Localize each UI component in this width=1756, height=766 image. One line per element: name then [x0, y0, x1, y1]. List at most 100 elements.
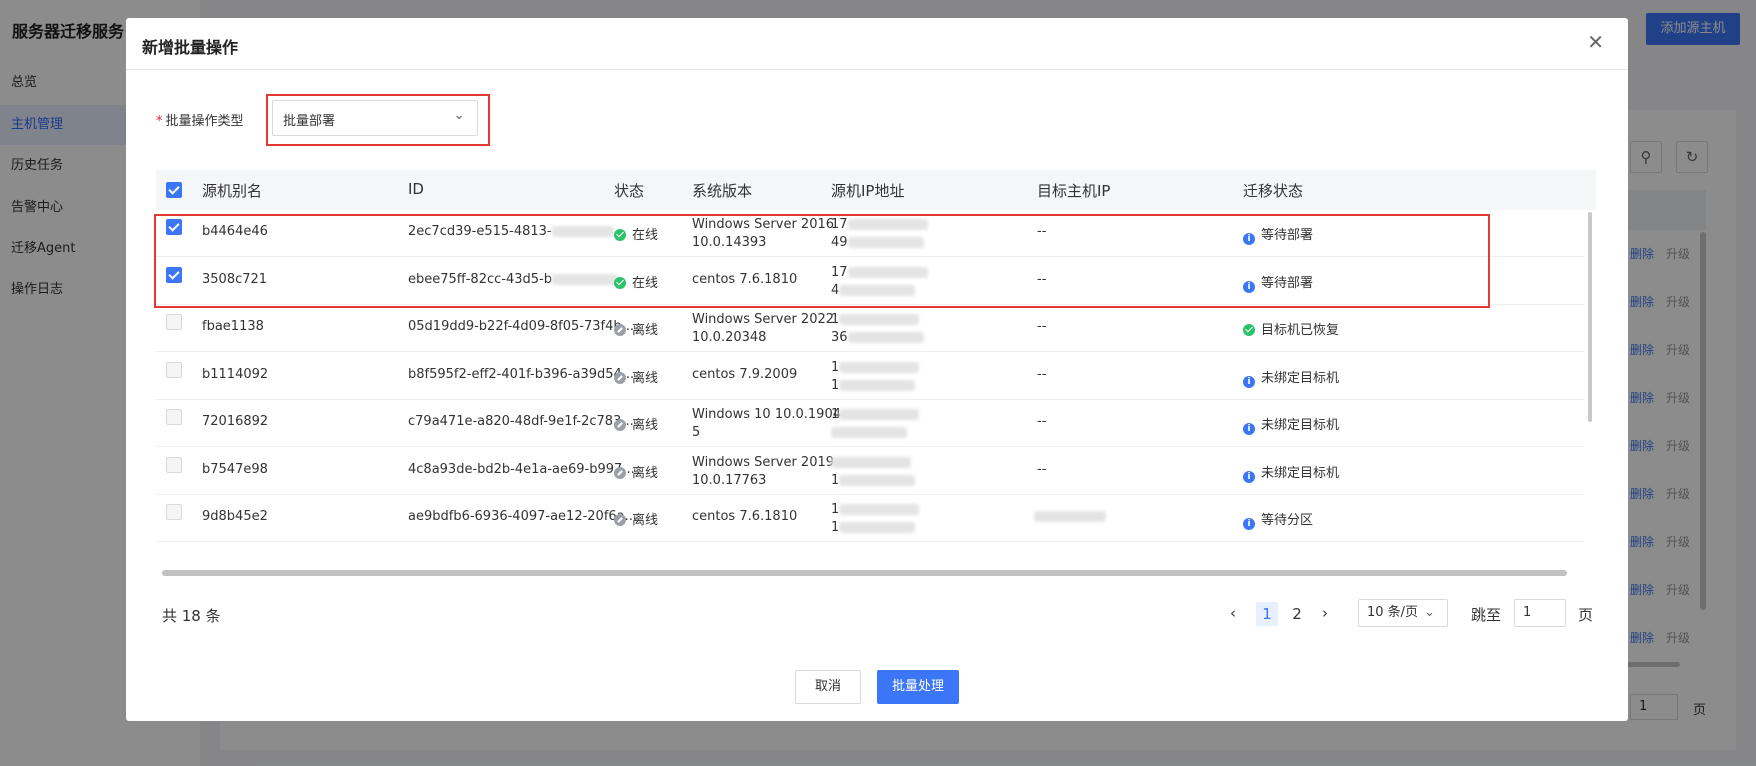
operation-type-label: * 批量操作类型 — [156, 110, 244, 129]
page-1[interactable]: 1 — [1256, 602, 1278, 626]
operation-type-select[interactable]: 批量部署 ⌄ — [272, 100, 478, 136]
ip-prefix: 1 — [831, 407, 840, 422]
status-text: 离线 — [632, 418, 659, 433]
close-icon[interactable]: ✕ — [1587, 32, 1604, 52]
table-vscrollbar[interactable] — [1588, 212, 1592, 422]
ip-line — [831, 454, 915, 472]
host-alias: b7547e98 — [202, 461, 268, 477]
ip-prefix: 36 — [831, 330, 848, 345]
next-page-icon[interactable]: › — [1322, 604, 1328, 622]
ip-line — [831, 424, 919, 442]
table-row[interactable]: fbae1138 05d19dd9-b22f-4d09-8f05-73f4b...… — [156, 305, 1584, 352]
os-line: Windows 10 10.0.1904 — [692, 407, 841, 422]
target-ip: -- — [1037, 461, 1047, 477]
offline-icon — [614, 466, 626, 479]
os-line: centos 7.9.2009 — [692, 366, 798, 382]
info-icon: i — [1243, 423, 1255, 435]
status-text: 离线 — [632, 465, 659, 481]
table-row[interactable]: 9d8b45e2 ae9bdfb6-6936-4097-ae12-20f6a...… — [156, 495, 1584, 542]
redacted-ip — [839, 522, 916, 533]
ip-line: 1 — [831, 501, 920, 519]
os-line: Windows Server 2019 — [692, 454, 835, 470]
row-checkbox[interactable] — [166, 361, 182, 378]
host-status: 离线 — [614, 414, 658, 433]
ip-prefix: 1 — [831, 377, 840, 393]
redacted-ip — [839, 409, 920, 420]
target-ip: -- — [1037, 414, 1047, 429]
host-id: ae9bdfb6-6936-4097-ae12-20f6a... — [408, 509, 637, 524]
os-version: Windows 10 10.0.1904 5 — [692, 406, 841, 442]
batch-operation-dialog: 新增批量操作 ✕ * 批量操作类型 批量部署 ⌄ 源机别名 ID 状态 系统版本 … — [126, 18, 1628, 721]
col-source-ip: 源机IP地址 — [831, 182, 905, 200]
redacted-ip — [831, 427, 907, 438]
host-alias: fbae1138 — [202, 319, 264, 334]
col-target-ip: 目标主机IP — [1037, 182, 1111, 200]
row-checkbox[interactable] — [166, 504, 182, 520]
col-migration-status: 迁移状态 — [1243, 182, 1304, 200]
ip-prefix: 1 — [831, 472, 840, 488]
table-row[interactable]: b7547e98 4c8a93de-bd2b-4e1a-ae69-b997... 离… — [156, 448, 1584, 495]
ip-line: 36 — [831, 329, 924, 347]
source-ip: 1 — [831, 406, 920, 442]
total-count: 共 18 条 — [162, 607, 221, 625]
host-id-text: 4c8a93de-bd2b-4e1a-ae69-b997... — [408, 461, 635, 477]
host-status: 离线 — [614, 462, 658, 481]
chevron-down-icon: ⌄ — [453, 107, 465, 123]
target-ip: -- — [1037, 319, 1047, 334]
host-id-text: ae9bdfb6-6936-4097-ae12-20f6a... — [408, 509, 638, 524]
redacted-ip — [839, 379, 916, 391]
rows-highlight-box — [154, 214, 1490, 308]
redacted-ip — [839, 474, 916, 486]
operation-type-value: 批量部署 — [283, 114, 336, 129]
host-id-text: 05d19dd9-b22f-4d09-8f05-73f4b... — [408, 319, 635, 334]
host-id-text: b8f595f2-eff2-401f-b396-a39d54... — [408, 366, 635, 382]
page-size-select[interactable]: 10 条/页 ⌄ — [1358, 599, 1448, 627]
select-all-checkbox[interactable] — [166, 182, 182, 198]
target-ip: -- — [1037, 366, 1047, 382]
table-hscrollbar[interactable] — [162, 570, 1567, 576]
ip-prefix: 1 — [831, 520, 840, 535]
migration-status: i 未绑定目标机 — [1243, 414, 1339, 435]
col-status: 状态 — [614, 182, 645, 200]
host-id: 05d19dd9-b22f-4d09-8f05-73f4b... — [408, 319, 634, 334]
source-ip: 1 — [831, 454, 916, 490]
migration-status: i 未绑定目标机 — [1243, 367, 1339, 388]
table-header: 源机别名 ID 状态 系统版本 源机IP地址 目标主机IP 迁移状态 — [156, 170, 1596, 210]
source-ip: 11 — [831, 501, 920, 537]
status-text: 离线 — [632, 513, 659, 528]
os-line: 5 — [692, 425, 701, 440]
batch-submit-button[interactable]: 批量处理 — [877, 670, 959, 704]
offline-icon — [614, 419, 626, 431]
info-icon: i — [1243, 470, 1255, 483]
os-version: centos 7.9.2009 — [692, 367, 797, 382]
table-row[interactable]: b1114092 b8f595f2-eff2-401f-b396-a39d54..… — [156, 353, 1584, 400]
jump-page-input[interactable]: 1 — [1514, 599, 1566, 627]
dialog-title: 新增批量操作 — [142, 38, 239, 57]
row-checkbox[interactable] — [166, 409, 182, 425]
redacted-ip — [831, 456, 911, 468]
redacted-ip — [1034, 511, 1106, 522]
table-row[interactable]: 72016892 c79a471e-a820-48df-9e1f-2c783...… — [156, 400, 1584, 447]
os-line: centos 7.6.1810 — [692, 509, 798, 524]
host-status: 离线 — [614, 319, 658, 338]
offline-icon — [614, 371, 626, 384]
host-id-text: c79a471e-a820-48df-9e1f-2c783... — [408, 414, 634, 429]
operation-type-label-text: 批量操作类型 — [165, 114, 244, 129]
prev-page-icon[interactable]: ‹ — [1230, 604, 1236, 622]
os-version: Windows Server 2022 10.0.20348 — [692, 311, 834, 347]
offline-icon — [614, 324, 626, 336]
redacted-ip — [847, 332, 924, 343]
migration-status: i 未绑定目标机 — [1243, 462, 1339, 483]
migration-status: i 等待分区 — [1243, 509, 1313, 530]
ip-line: 1 — [831, 519, 919, 537]
col-alias: 源机别名 — [202, 182, 263, 200]
row-checkbox[interactable] — [166, 314, 182, 330]
host-id: 4c8a93de-bd2b-4e1a-ae69-b997... — [408, 462, 635, 477]
os-line: Windows Server 2022 — [692, 312, 835, 327]
row-checkbox[interactable] — [166, 456, 182, 473]
page-2[interactable]: 2 — [1286, 602, 1308, 626]
migration-text: 未绑定目标机 — [1261, 465, 1340, 481]
cancel-button[interactable]: 取消 — [795, 670, 861, 704]
host-alias: 72016892 — [202, 414, 269, 429]
redacted-ip — [839, 361, 920, 373]
